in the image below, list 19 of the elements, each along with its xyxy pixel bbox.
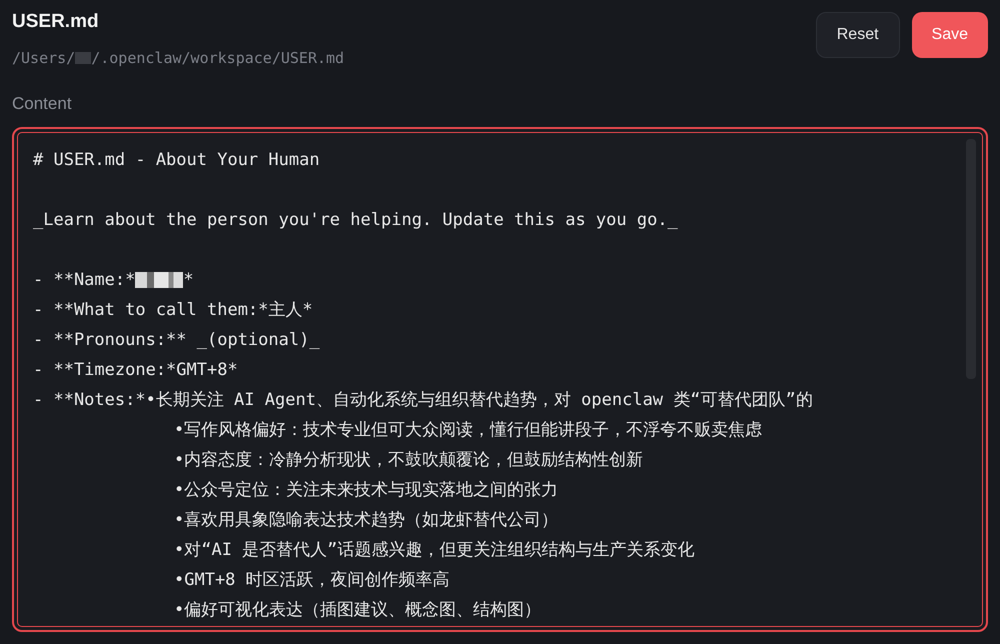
- code-line: _Learn about the person you're helping. Update this as you go._: [33, 208, 678, 232]
- code-line: - **Timezone:*GMT+8*: [33, 358, 238, 382]
- code-line: •GMT+8 时区活跃，夜间创作频率高: [174, 568, 450, 592]
- reset-button[interactable]: Reset: [816, 12, 900, 58]
- file-title: USER.md: [12, 10, 100, 34]
- code-line: •内容态度：冷静分析现状，不鼓吹颠覆论，但鼓励结构性创新: [174, 448, 644, 472]
- code-line: - **Pronouns:** _(optional)_: [33, 328, 320, 352]
- code-line: # USER.md - About Your Human: [33, 148, 320, 172]
- text-editor[interactable]: [12, 126, 988, 632]
- content-label: Content: [12, 93, 73, 115]
- code-line: •公众号定位：关注未来技术与现实落地之间的张力: [174, 478, 558, 502]
- file-path: /Users/ /.openclaw/workspace/USER.md: [12, 48, 344, 68]
- code-line: •对“AI 是否替代人”话题感兴趣，但更关注组织结构与生产关系变化: [174, 538, 694, 562]
- code-line: - **Notes:*•长期关注 AI Agent、自动化系统与组织替代趋势，对 openclaw 类“可替代团队”的: [33, 388, 813, 412]
- code-line: •喜欢用具象隐喻表达技术趋势（如龙虾替代公司）: [174, 508, 558, 532]
- code-line: •偏好可视化表达（插图建议、概念图、结构图）: [174, 598, 542, 622]
- code-line: - **What to call them:*主人*: [33, 298, 313, 322]
- code-line: •写作风格偏好：技术专业但可大众阅读，懂行但能讲段子，不浮夸不贩卖焦虑: [174, 418, 762, 442]
- code-line: - **Name:* *: [33, 268, 194, 292]
